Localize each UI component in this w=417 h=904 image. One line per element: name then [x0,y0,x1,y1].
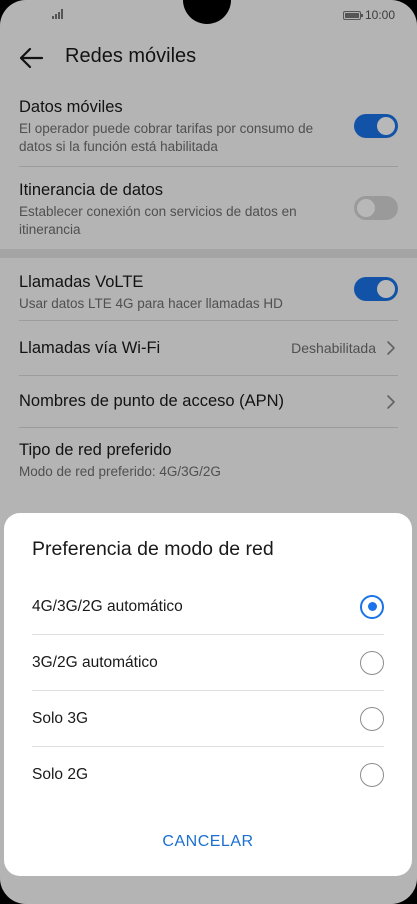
option-solo-2g[interactable]: Solo 2G [32,747,384,803]
network-mode-dialog: Preferencia de modo de red 4G/3G/2G auto… [4,513,412,876]
option-label: 3G/2G automático [32,653,158,671]
dialog-title: Preferencia de modo de red [32,538,274,560]
option-4g3g2g[interactable]: 4G/3G/2G automático [32,579,384,635]
option-label: 4G/3G/2G automático [32,597,183,615]
option-solo-3g[interactable]: Solo 3G [32,691,384,747]
screen: 10:00 Redes móviles Datos móviles El ope… [0,0,417,904]
network-mode-options: 4G/3G/2G automático 3G/2G automático Sol… [32,579,384,803]
radio-button[interactable] [360,650,384,675]
radio-button-selected[interactable] [360,594,384,619]
option-label: Solo 2G [32,766,89,783]
radio-button[interactable] [360,763,384,787]
option-3g2g[interactable]: 3G/2G automático [32,635,384,691]
radio-button[interactable] [360,706,384,731]
cancel-button[interactable]: CANCELAR [4,833,412,851]
option-label: Solo 3G [32,709,89,727]
